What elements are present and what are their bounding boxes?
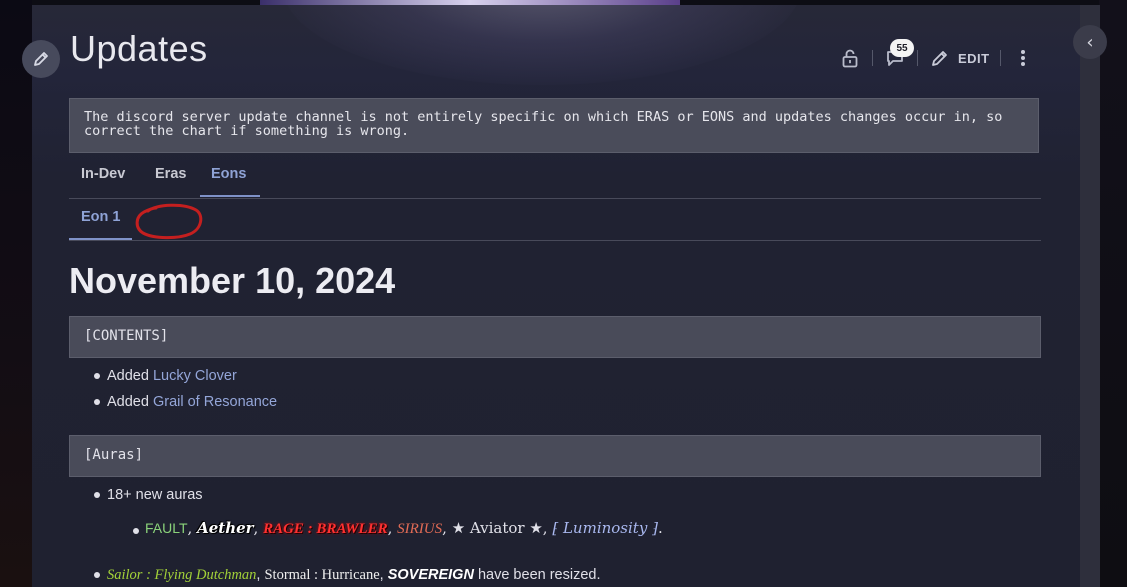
lucky-clover-link[interactable]: Lucky Clover bbox=[153, 368, 237, 384]
grail-of-resonance-link[interactable]: Grail of Resonance bbox=[153, 394, 277, 410]
aura-sailor: Sailor : Flying Dutchman bbox=[107, 567, 257, 583]
active-subtab-indicator bbox=[69, 238, 132, 240]
new-auras-text: 18+ new auras bbox=[107, 487, 203, 503]
edit-pencil-button[interactable] bbox=[928, 46, 952, 70]
resized-suffix: have been resized. bbox=[473, 567, 601, 583]
tab-bar: In-Dev Eras Eons bbox=[69, 156, 1041, 199]
page-toolbar: EDIT bbox=[838, 40, 1035, 76]
more-options-button[interactable] bbox=[1011, 46, 1035, 70]
lock-button[interactable] bbox=[838, 46, 862, 70]
tab-in-dev[interactable]: In-Dev bbox=[81, 166, 125, 182]
collapse-sidebar-button[interactable]: ‹ bbox=[1073, 25, 1107, 59]
bullet bbox=[133, 528, 139, 534]
list-item-prefix: Added bbox=[107, 394, 153, 410]
chevron-left-icon: ‹ bbox=[1086, 31, 1094, 53]
list-item: Added Lucky Clover bbox=[94, 365, 277, 391]
aura-luminosity: Luminosity bbox=[562, 519, 648, 537]
aura-luminosity-close: ⁆ bbox=[647, 519, 658, 537]
edit-button[interactable]: EDIT bbox=[958, 51, 990, 66]
tab-eons[interactable]: Eons bbox=[211, 166, 246, 182]
date-heading: November 10, 2024 bbox=[69, 260, 396, 301]
background-left bbox=[0, 0, 32, 587]
right-rail bbox=[1080, 5, 1100, 587]
comment-count-badge: 55 bbox=[890, 39, 914, 57]
bullet bbox=[94, 492, 100, 498]
list-item: Added Grail of Resonance bbox=[94, 391, 277, 417]
red-annotation-circle bbox=[135, 203, 203, 240]
notice-box: The discord server update channel is not… bbox=[69, 98, 1039, 153]
auras-list: 18+ new auras bbox=[94, 484, 203, 510]
header-background-glow bbox=[282, 5, 802, 85]
aura-fault: FAULT bbox=[145, 520, 188, 536]
list-item: 18+ new auras bbox=[94, 484, 203, 510]
subtab-bar: Eon 1 bbox=[69, 200, 1041, 241]
list-item-prefix: Added bbox=[107, 368, 153, 384]
more-vertical-icon bbox=[1020, 50, 1025, 66]
auras-section-header: [Auras] bbox=[69, 435, 1041, 477]
toolbar-divider bbox=[999, 50, 1001, 66]
aura-luminosity-open: ⁅ bbox=[552, 519, 563, 537]
bullet bbox=[94, 373, 100, 379]
aura-aviator: ★ Aviator ★ bbox=[451, 519, 543, 537]
resized-auras-line: Sailor : Flying Dutchman, Stormal : Hurr… bbox=[94, 567, 601, 584]
aura-stormal: Stormal : Hurricane bbox=[264, 567, 380, 583]
bullet bbox=[94, 399, 100, 405]
toolbar-divider bbox=[917, 50, 918, 66]
pencil-icon bbox=[34, 52, 48, 66]
aura-sirius: SIRIUS bbox=[397, 521, 443, 537]
page-title: Updates bbox=[70, 28, 208, 69]
aura-sovereign: SOVEREIGN bbox=[387, 567, 474, 583]
contents-list: Added Lucky Clover Added Grail of Resona… bbox=[94, 365, 277, 417]
background-right bbox=[1099, 0, 1127, 587]
bullet bbox=[94, 572, 100, 578]
tab-eon-1[interactable]: Eon 1 bbox=[81, 209, 120, 225]
aura-names-line: FAULT, Aether, RAGE : BRAWLER, SIRIUS, ★… bbox=[133, 519, 663, 538]
contents-section-header: [CONTENTS] bbox=[69, 316, 1041, 358]
header-background-planet bbox=[260, 0, 680, 5]
unlock-icon bbox=[842, 49, 858, 68]
edit-page-circle-button[interactable] bbox=[22, 40, 60, 78]
tab-eras[interactable]: Eras bbox=[155, 166, 186, 182]
toolbar-divider bbox=[872, 50, 873, 66]
aura-rage-brawler: RAGE : BRAWLER bbox=[263, 521, 388, 537]
active-tab-indicator bbox=[200, 195, 260, 197]
aura-aether: Aether bbox=[197, 519, 254, 537]
pencil-icon bbox=[932, 51, 947, 66]
